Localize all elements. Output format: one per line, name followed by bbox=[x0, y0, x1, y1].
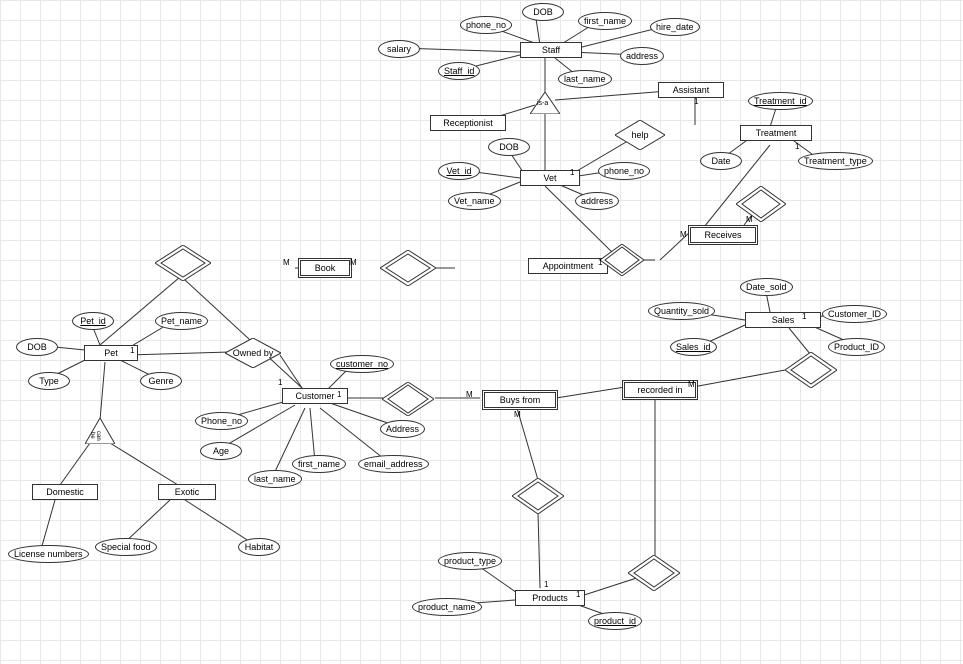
attr-ex-food: Special food bbox=[95, 538, 157, 556]
attr-sales-cust: Customer_ID bbox=[822, 305, 887, 323]
card-rec-m2: M bbox=[680, 230, 687, 239]
attr-cust-first: first_name bbox=[292, 455, 346, 473]
entity-receptionist[interactable]: Receptionist bbox=[430, 115, 506, 131]
attr-vet-id: Vet_id bbox=[438, 162, 480, 180]
card-cust-1b: 1 bbox=[337, 390, 341, 399]
attr-staff-id: Staff_id bbox=[438, 62, 480, 80]
entity-staff[interactable]: Staff bbox=[520, 42, 582, 58]
card-sales-1: 1 bbox=[802, 312, 806, 321]
attr-ex-habitat: Habitat bbox=[238, 538, 280, 556]
rel-diamond-8[interactable] bbox=[785, 352, 837, 388]
attr-vet-phone: phone_no bbox=[598, 162, 650, 180]
attr-cust-email: email_address bbox=[358, 455, 429, 473]
attr-prod-name: product_name bbox=[412, 598, 482, 616]
attr-cust-last: last_name bbox=[248, 470, 302, 488]
rel-diamond-1[interactable] bbox=[155, 245, 211, 281]
attr-pet-id: Pet_id bbox=[72, 312, 114, 330]
entity-assistant[interactable]: Assistant bbox=[658, 82, 724, 98]
card-appt-1: 1 bbox=[598, 258, 602, 267]
rel-diamond-2[interactable] bbox=[380, 250, 436, 286]
entity-recorded-in[interactable]: recorded in bbox=[622, 380, 698, 400]
rel-diamond-4[interactable] bbox=[736, 186, 786, 222]
attr-sales-prod: Product_ID bbox=[828, 338, 885, 356]
entity-sales[interactable]: Sales bbox=[745, 312, 821, 328]
card-rec-m3: M bbox=[688, 380, 695, 389]
attr-sales-qty: Quantity_sold bbox=[648, 302, 715, 320]
card-rec-m: M bbox=[746, 215, 753, 224]
er-diagram-canvas[interactable]: Staff Assistant Receptionist Vet Treatme… bbox=[0, 0, 963, 664]
attr-treatment-id: Treatment_id bbox=[748, 92, 813, 110]
attr-staff-hire: hire_date bbox=[650, 18, 700, 36]
attr-cust-age: Age bbox=[200, 442, 242, 460]
attr-staff-dob: DOB bbox=[522, 3, 564, 21]
attr-dom-license: License numbers bbox=[8, 545, 89, 563]
card-pet-1: 1 bbox=[130, 346, 134, 355]
card-assist-help: 1 bbox=[694, 97, 698, 106]
entity-domestic[interactable]: Domestic bbox=[32, 484, 98, 500]
card-buys-m2: M bbox=[514, 410, 521, 419]
rel-diamond-6[interactable] bbox=[512, 478, 564, 514]
attr-staff-addr: address bbox=[620, 47, 664, 65]
attr-staff-phone: phone_no bbox=[460, 16, 512, 34]
attr-staff-salary: salary bbox=[378, 40, 420, 58]
card-prod-1: 1 bbox=[544, 580, 548, 589]
attr-staff-first: first_name bbox=[578, 12, 632, 30]
attr-cust-no: customer_no bbox=[330, 355, 394, 373]
card-cust-1: 1 bbox=[278, 378, 282, 387]
attr-vet-dob: DOB bbox=[488, 138, 530, 156]
attr-pet-type: Type bbox=[28, 372, 70, 390]
card-prod-1b: 1 bbox=[576, 590, 580, 599]
attr-sales-date: Date_sold bbox=[740, 278, 793, 296]
attr-cust-addr: Address bbox=[380, 420, 425, 438]
entity-exotic[interactable]: Exotic bbox=[158, 484, 216, 500]
rel-diamond-5[interactable] bbox=[382, 382, 434, 416]
attr-treatment-date: Date bbox=[700, 152, 742, 170]
attr-pet-genre: Genre bbox=[140, 372, 182, 390]
entity-treatment[interactable]: Treatment bbox=[740, 125, 812, 141]
rel-diamond-3[interactable] bbox=[600, 244, 644, 276]
attr-staff-last: last_name bbox=[558, 70, 612, 88]
card-treat-rec: 1 bbox=[795, 142, 799, 151]
entity-appointment[interactable]: Appointment bbox=[528, 258, 608, 274]
entity-buys-from[interactable]: Buys from bbox=[482, 390, 558, 410]
attr-cust-phone: Phone_no bbox=[195, 412, 248, 430]
entity-products[interactable]: Products bbox=[515, 590, 585, 606]
entity-receives[interactable]: Receives bbox=[688, 225, 758, 245]
card-buys-m: M bbox=[466, 390, 473, 399]
attr-prod-type: product_type bbox=[438, 552, 502, 570]
attr-vet-addr: address bbox=[575, 192, 619, 210]
attr-pet-dob: DOB bbox=[16, 338, 58, 356]
attr-prod-id: product_id bbox=[588, 612, 642, 630]
attr-sales-id: Sales_id bbox=[670, 338, 717, 356]
rel-help[interactable]: help bbox=[615, 120, 665, 150]
attr-pet-name: Pet_name bbox=[155, 312, 208, 330]
rel-owned-by[interactable]: Owned by bbox=[225, 338, 281, 368]
card-vet-help: 1 bbox=[570, 168, 574, 177]
card-book-m2: M bbox=[350, 258, 357, 267]
entity-book[interactable]: Book bbox=[298, 258, 352, 278]
isa-pet[interactable]: can be bbox=[85, 418, 115, 444]
attr-vet-name: Vet_name bbox=[448, 192, 501, 210]
rel-diamond-7[interactable] bbox=[628, 555, 680, 591]
isa-staff[interactable]: is-a bbox=[530, 92, 560, 114]
attr-treatment-type: Treatment_type bbox=[798, 152, 873, 170]
card-book-m1: M bbox=[283, 258, 290, 267]
